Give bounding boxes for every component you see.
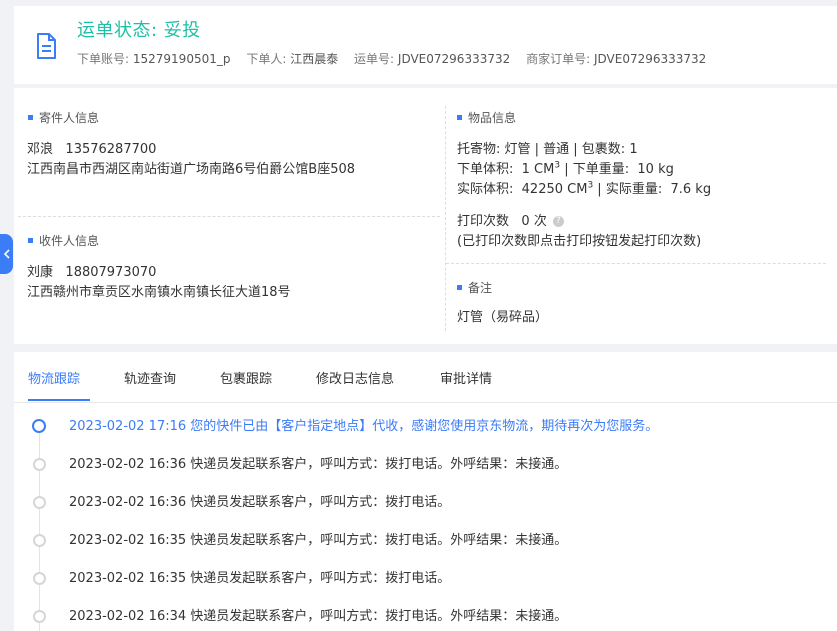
timeline-dot [33, 610, 46, 623]
tab-bar: 物流跟踪 轨迹查询 包裹跟踪 修改日志信息 审批详情 [14, 352, 837, 403]
tab-approval-details[interactable]: 审批详情 [440, 368, 492, 387]
receiver-contact: 刘康 18807973070 [27, 261, 156, 280]
merchant-order-number: JDVE07296333732 [593, 52, 707, 66]
timeline-item: 2023-02-02 16:36 快递员发起联系客户，呼叫方式：拨打电话。 [14, 491, 814, 515]
waybill-status: 运单状态: 妥投 [77, 20, 201, 41]
timeline-item: 2023-02-02 16:34 快递员发起联系客户，呼叫方式：拨打电话。外呼结… [14, 605, 814, 629]
print-count: 0 次 [521, 214, 547, 229]
timeline-item: 2023-02-02 16:36 快递员发起联系客户，呼叫方式：拨打电话。外呼结… [14, 453, 814, 477]
question-icon[interactable]: ? [552, 216, 564, 227]
timeline-dot [33, 496, 46, 509]
sender-phone: 13576287700 [65, 142, 157, 157]
sender-name: 邓浪 [27, 142, 54, 157]
timeline-text: 2023-02-02 16:35 快递员发起联系客户，呼叫方式：拨打电话。 [69, 571, 451, 586]
waybill-label: 运单号: [354, 52, 395, 66]
logistics-panel: 物流跟踪 轨迹查询 包裹跟踪 修改日志信息 审批详情 2023-02-02 17… [14, 352, 837, 631]
timeline-text: 2023-02-02 17:16 您的快件已由【客户指定地点】代收，感谢您使用京… [69, 419, 659, 434]
order-volume: 1 CM [521, 162, 555, 177]
sender-contact: 邓浪 13576287700 [27, 138, 156, 157]
timeline-item: 2023-02-02 16:35 快递员发起联系客户，呼叫方式：拨打电话。外呼结… [14, 529, 814, 553]
vertical-divider [445, 106, 446, 331]
order-account: 15279190501_p [132, 52, 231, 66]
remark-text: 灯管（易碎品） [457, 310, 549, 325]
chevron-left-icon [3, 249, 10, 259]
document-icon [37, 33, 56, 59]
timeline-item: 2023-02-02 17:16 您的快件已由【客户指定地点】代收，感谢您使用京… [14, 415, 814, 439]
info-panel: 寄件人信息 邓浪 13576287700 江西南昌市西湖区南站街道广场南路6号伯… [14, 88, 837, 344]
tab-package-tracking[interactable]: 包裹跟踪 [220, 368, 272, 387]
orderer-label: 下单人: [246, 52, 287, 66]
order-weight: 10 kg [637, 162, 674, 177]
tab-track-query[interactable]: 轨迹查询 [124, 368, 176, 387]
timeline-text: 2023-02-02 16:34 快递员发起联系客户，呼叫方式：拨打电话。外呼结… [69, 609, 568, 624]
collapse-tab[interactable] [0, 234, 13, 274]
timeline-text: 2023-02-02 16:36 快递员发起联系客户，呼叫方式：拨打电话。外呼结… [69, 457, 568, 472]
print-count-line: 打印次数 0 次? [457, 210, 564, 229]
timeline-dot [33, 572, 46, 585]
sender-title: 寄件人信息 [28, 109, 99, 126]
timeline-text: 2023-02-02 16:36 快递员发起联系客户，呼叫方式：拨打电话。 [69, 495, 451, 510]
timeline-dot-active [32, 419, 46, 433]
timeline-dot [33, 534, 46, 547]
timeline-dot [33, 458, 46, 471]
divider [18, 216, 440, 217]
receiver-address: 江西赣州市章贡区水南镇水南镇长征大道18号 [27, 285, 291, 300]
goods-item-line: 托寄物: 灯管 | 普通 | 包裹数: 1 [457, 142, 638, 157]
tab-logistics-tracking[interactable]: 物流跟踪 [28, 368, 80, 387]
divider [446, 263, 826, 264]
remark-title: 备注 [457, 279, 492, 296]
waybill-header: 运单状态: 妥投 下单账号: 15279190501_p 下单人: 江西晨泰 运… [14, 6, 837, 84]
receiver-title: 收件人信息 [28, 232, 99, 249]
tab-modification-log[interactable]: 修改日志信息 [316, 368, 394, 387]
receiver-phone: 18807973070 [65, 265, 157, 280]
print-note: (已打印次数即点击打印按钮发起打印次数) [457, 234, 702, 249]
merchant-order-label: 商家订单号: [526, 52, 591, 66]
receiver-name: 刘康 [27, 265, 54, 280]
waybill-meta: 下单账号: 15279190501_p 下单人: 江西晨泰 运单号: JDVE0… [77, 50, 718, 67]
actual-weight: 7.6 kg [670, 182, 712, 197]
sender-address: 江西南昌市西湖区南站街道广场南路6号伯爵公馆B座508 [27, 162, 356, 177]
active-tab-indicator [28, 399, 90, 401]
timeline-item: 2023-02-02 16:35 快递员发起联系客户，呼叫方式：拨打电话。 [14, 567, 814, 591]
goods-actual-volume-weight: 实际体积: 42250 CM3 | 实际重量: 7.6 kg [457, 180, 712, 197]
order-account-label: 下单账号: [77, 52, 130, 66]
goods-title: 物品信息 [457, 109, 516, 126]
waybill-number: JDVE07296333732 [397, 52, 511, 66]
goods-order-volume-weight: 下单体积: 1 CM3 | 下单重量: 10 kg [457, 160, 674, 177]
timeline-text: 2023-02-02 16:35 快递员发起联系客户，呼叫方式：拨打电话。外呼结… [69, 533, 568, 548]
actual-volume: 42250 CM [521, 182, 588, 197]
orderer: 江西晨泰 [290, 52, 339, 66]
